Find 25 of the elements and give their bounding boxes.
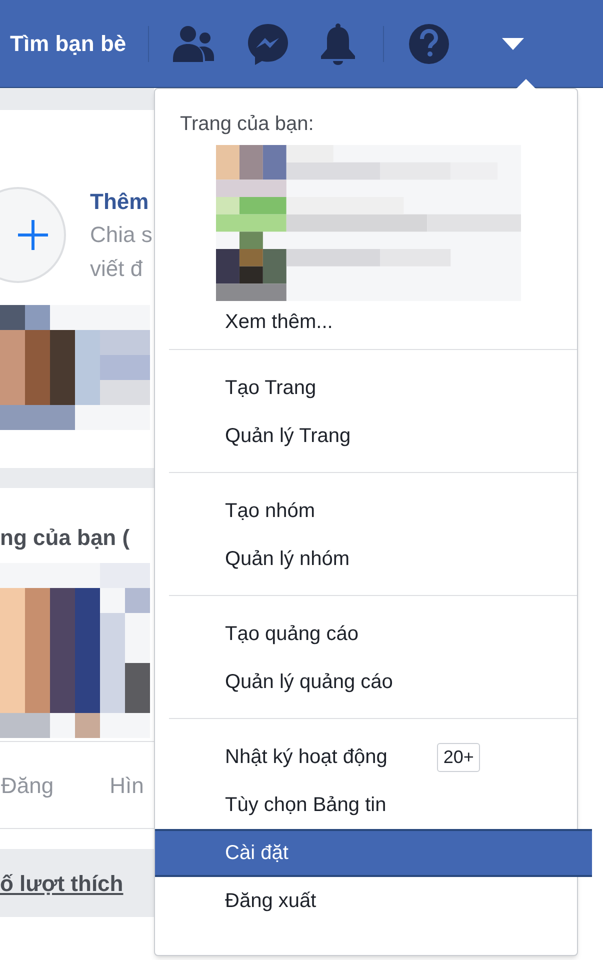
find-friends-link[interactable]: Tìm bạn bè xyxy=(10,27,126,60)
menu-item[interactable]: Quản lý quảng cáo xyxy=(155,658,577,706)
add-story-description: viết đ xyxy=(90,254,144,282)
bell-icon[interactable] xyxy=(319,22,358,64)
friends-icon[interactable] xyxy=(173,24,216,62)
section-title: ng của bạn ( xyxy=(0,525,130,550)
messenger-icon[interactable] xyxy=(247,22,290,64)
caret-icon[interactable] xyxy=(502,36,524,50)
like-count-link[interactable]: ố lượt thích xyxy=(0,866,124,900)
menu-item[interactable]: Tạo nhóm xyxy=(155,487,577,535)
menu-item[interactable]: Cài đặt xyxy=(155,829,592,877)
menu-item[interactable]: Nhật ký hoạt động 20+ xyxy=(155,733,577,781)
menu-item[interactable]: Quản lý nhóm xyxy=(155,535,577,583)
add-story-title: Thêm xyxy=(90,188,150,216)
see-more-link[interactable]: Xem thêm... xyxy=(225,307,333,337)
count-badge: 20+ xyxy=(437,742,480,772)
add-story-description: Chia s xyxy=(90,220,152,248)
menu-item[interactable]: Tùy chọn Bảng tin xyxy=(155,781,577,829)
help-icon[interactable] xyxy=(408,22,450,64)
menu-item[interactable]: Quản lý Trang xyxy=(155,412,577,460)
menu-item[interactable]: Tạo quảng cáo xyxy=(155,610,577,658)
menu-heading: Trang của bạn: xyxy=(180,112,314,137)
menu-item[interactable]: Tạo Trang xyxy=(155,364,577,412)
menu-item[interactable]: Đăng xuất xyxy=(155,877,577,925)
plus-icon xyxy=(16,218,50,252)
